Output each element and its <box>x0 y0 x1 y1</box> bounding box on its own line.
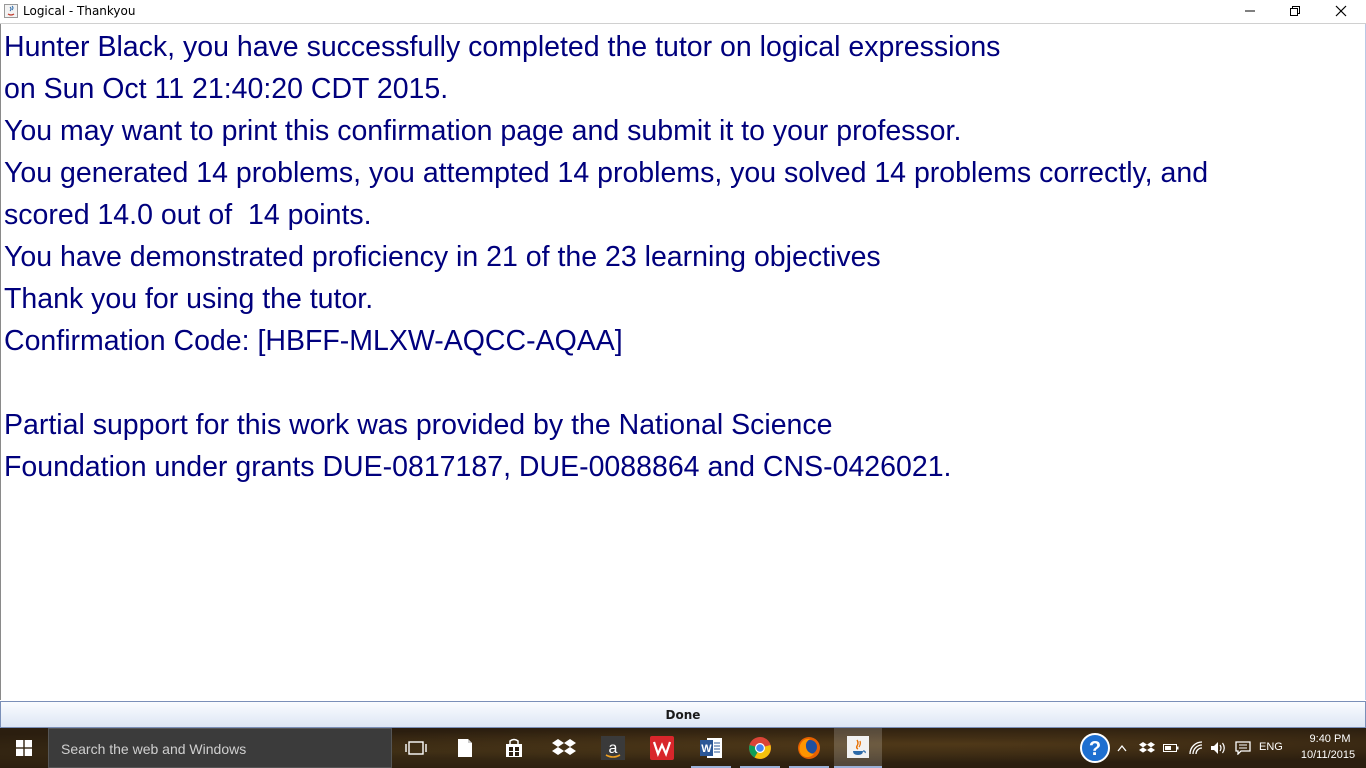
problems-summary-line: You generated 14 problems, you attempted… <box>4 157 1209 189</box>
completion-date-line: on Sun Oct 11 21:40:20 CDT 2015. <box>4 73 449 105</box>
java-app-icon <box>4 4 18 18</box>
firefox-icon <box>798 737 820 759</box>
file-icon <box>458 739 472 757</box>
proficiency-line: You have demonstrated proficiency in 21 … <box>4 241 881 273</box>
action-center-icon <box>1235 741 1251 755</box>
battery-tray-button[interactable] <box>1160 728 1182 768</box>
file-button[interactable] <box>441 728 489 768</box>
wifi-tray-button[interactable] <box>1186 728 1208 768</box>
thank-you-line: Thank you for using the tutor. <box>4 283 374 315</box>
chrome-icon <box>749 737 771 759</box>
dropbox-tray-button[interactable] <box>1137 728 1157 768</box>
svg-text:?: ? <box>1089 738 1101 760</box>
firefox-button[interactable] <box>785 728 833 768</box>
task-view-button[interactable] <box>392 728 440 768</box>
dropbox-tray-icon <box>1139 742 1155 753</box>
completion-line: Hunter Black, you have successfully comp… <box>4 31 1001 63</box>
amazon-button[interactable]: a <box>589 728 637 768</box>
start-button[interactable] <box>0 728 48 768</box>
chevron-up-icon <box>1117 744 1127 752</box>
clock-date[interactable]: 10/11/2015 <box>1297 749 1359 761</box>
chrome-button[interactable] <box>736 728 784 768</box>
nsf-support-line: Partial support for this work was provid… <box>4 409 833 441</box>
done-button[interactable]: Done <box>0 701 1366 728</box>
wifi-icon <box>1189 741 1203 755</box>
wps-button[interactable] <box>638 728 686 768</box>
message-panel: Hunter Black, you have successfully comp… <box>0 24 1366 700</box>
confirmation-code: Confirmation Code: [HBFF-MLXW-AQCC-AQAA] <box>4 325 623 357</box>
close-button[interactable] <box>1318 0 1364 22</box>
nsf-grants-line: Foundation under grants DUE-0817187, DUE… <box>4 451 952 483</box>
restore-icon <box>1290 6 1300 16</box>
language-indicator[interactable]: ENG <box>1259 741 1283 753</box>
dropbox-icon <box>552 739 576 755</box>
java-button[interactable] <box>834 728 882 768</box>
window-title-bar: Logical - Thankyou <box>0 0 1366 24</box>
store-button[interactable] <box>490 728 538 768</box>
help-tray-button[interactable]: ? <box>1077 728 1113 768</box>
volume-tray-button[interactable] <box>1208 728 1230 768</box>
word-icon: W <box>700 738 722 758</box>
dropbox-button[interactable] <box>540 728 588 768</box>
restore-button[interactable] <box>1272 0 1318 22</box>
battery-icon <box>1163 744 1179 752</box>
volume-icon <box>1211 742 1225 754</box>
search-box[interactable]: Search the web and Windows <box>48 728 392 768</box>
windows-taskbar: Search the web and Windows a W ? ENG 9:4… <box>0 728 1366 768</box>
help-icon: ? <box>1080 733 1110 763</box>
store-icon <box>506 738 522 757</box>
score-line: scored 14.0 out of 14 points. <box>4 199 372 231</box>
show-hidden-icons-button[interactable] <box>1114 728 1130 768</box>
windows-logo-icon <box>16 740 32 756</box>
window-title: Logical - Thankyou <box>23 4 136 18</box>
minimize-button[interactable] <box>1227 0 1273 22</box>
clock-time[interactable]: 9:40 PM <box>1304 733 1356 745</box>
task-view-icon <box>405 741 427 755</box>
amazon-icon: a <box>601 736 625 760</box>
wps-icon <box>650 736 674 760</box>
minimize-icon <box>1245 10 1255 12</box>
search-placeholder: Search the web and Windows <box>61 741 247 757</box>
svg-text:a: a <box>609 740 618 757</box>
print-advice-line: You may want to print this confirmation … <box>4 115 962 147</box>
word-button[interactable]: W <box>687 728 735 768</box>
close-icon <box>1335 5 1347 17</box>
notifications-tray-button[interactable] <box>1232 728 1254 768</box>
svg-text:W: W <box>701 743 712 755</box>
java-icon <box>847 736 869 758</box>
